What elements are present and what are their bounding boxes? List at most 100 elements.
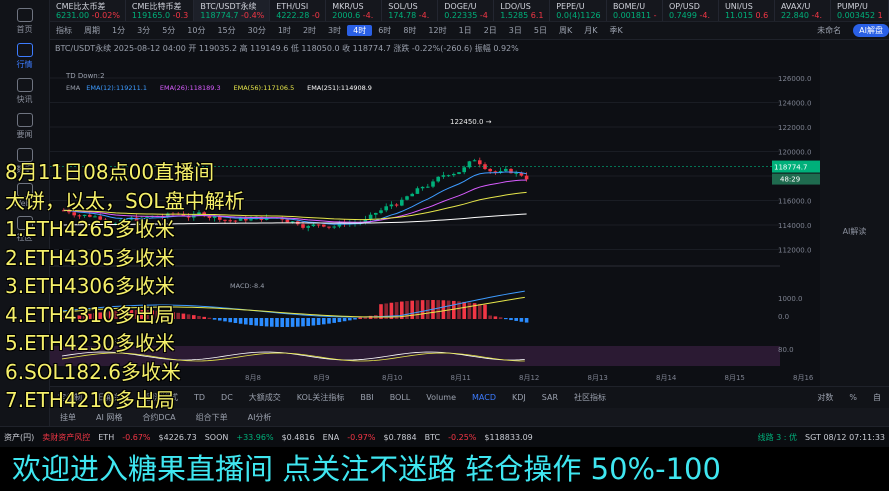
toolbar-item[interactable]: 2时 [297, 25, 322, 36]
macd-bar [524, 318, 529, 323]
sidebar-item[interactable]: 快讯 [0, 78, 49, 105]
price-axis-label: 120000.0 [778, 149, 811, 157]
macd-bar [249, 318, 253, 326]
candle-body [431, 181, 435, 187]
indicator-tab[interactable]: BOLL [382, 393, 419, 402]
price-axis-label: 116000.0 [778, 198, 811, 206]
symbol-tab-title: DOGE/U [444, 2, 477, 11]
symbol-tab-change: -4 [479, 11, 488, 20]
toolbar-item[interactable]: 指标 [50, 25, 78, 36]
scale-option[interactable]: 自 [865, 392, 889, 403]
macd-bar [259, 318, 264, 327]
toolbar-item[interactable]: 月K [578, 25, 603, 36]
symbol-tab[interactable]: UNI/US 11.015 0.6 [719, 0, 775, 21]
asset-link[interactable]: 卖财资产风控 [38, 432, 94, 443]
candle-body [249, 219, 253, 221]
toolbar-item[interactable]: 8时 [397, 25, 422, 36]
symbol-tab[interactable]: ETH/USI 4222.28 -0 [270, 0, 327, 21]
indicator-tab[interactable]: KOL关注指标 [289, 392, 353, 403]
symbol-tab-price: 22.840 [780, 11, 812, 20]
symbol-tab[interactable]: OP/USD 0.7499 -4. [663, 0, 719, 21]
sidebar-item[interactable]: 要闻 [0, 113, 49, 140]
toolbar-item[interactable]: 30分 [242, 25, 272, 36]
candle-body [327, 226, 331, 228]
symbol-tab-change: -4. [811, 11, 823, 20]
candle-body [472, 160, 477, 162]
ai-button[interactable]: AI解盘 [853, 24, 889, 37]
toolbar-item[interactable]: 12时 [422, 25, 452, 36]
toolbar-item[interactable]: 1日 [453, 25, 478, 36]
symbol-tab-price: 174.78 [388, 11, 419, 20]
sidebar-item-label: 要闻 [16, 130, 33, 139]
toolbar-item[interactable]: 季K [603, 25, 628, 36]
symbol-tab-title: CME比特币差 [131, 2, 182, 11]
symbol-tab[interactable]: CME比特币差 119165.0 -0.3 [126, 0, 195, 21]
symbol-tab[interactable]: MKR/US 2000.6 -4. [326, 0, 383, 21]
indicator-tab[interactable]: SAR [534, 393, 566, 402]
symbol-tab[interactable]: PUMP/U 0.003452 1 [831, 0, 889, 21]
toolbar-item[interactable]: 5分 [156, 25, 181, 36]
toolbar-item[interactable]: 5日 [528, 25, 553, 36]
candle-body [374, 212, 378, 215]
toolbar-item[interactable]: 周期 [78, 25, 106, 36]
toolbar-item[interactable]: 3日 [503, 25, 528, 36]
symbol-tab[interactable]: LDO/US 1.5285 6.1 [494, 0, 551, 21]
macd-bar [420, 300, 425, 319]
toolbar-item[interactable]: 周K [553, 25, 578, 36]
symbol-tab-change: - [653, 11, 657, 20]
toolbar-item[interactable]: 10分 [181, 25, 211, 36]
chart-toolbar: 指标 周期 1分 3分 5分 10分 15分 30分 1时 2时 3时 4时 6时 8时 12时 1日 2日 3日… [50, 22, 889, 40]
symbol-tab-price: 0.7499 [668, 11, 700, 20]
symbol-tab-change: -0.3 [172, 11, 189, 20]
sidebar-item[interactable]: 行情 [0, 43, 49, 70]
candle-body [524, 175, 529, 180]
symbol-tab-title: UNI/US [724, 2, 753, 11]
toolbar-item[interactable]: 3分 [131, 25, 156, 36]
indicator-tab[interactable]: KDJ [504, 393, 534, 402]
symbol-tab[interactable]: CME比太币差 6231.00 -0.02% [50, 0, 126, 21]
countdown-label: 48:29 [780, 176, 800, 184]
candle-body [420, 186, 425, 189]
symbol-tab[interactable]: PEPE/U 0.0(4)1126 [550, 0, 607, 21]
overlay-line: 8月11日08点00直播间 [5, 160, 215, 184]
toolbar-item[interactable]: 1分 [106, 25, 131, 36]
symbol-tab[interactable]: BTC/USDT永续 118774.7 -0.4% [194, 0, 271, 21]
symbol-tab[interactable]: SOL/US 174.78 -4. [382, 0, 439, 21]
indicator-tab[interactable]: Volume [418, 393, 464, 402]
scale-option[interactable]: % [841, 393, 865, 402]
symbol-tab-title: PUMP/U [836, 2, 868, 11]
toolbar-item[interactable]: 6时 [372, 25, 397, 36]
overlay-line: 大饼，以太，SOL盘中解析 [5, 188, 245, 213]
toolbar-item[interactable]: 3时 [322, 25, 347, 36]
indicator-tab[interactable]: 社区指标 [566, 392, 614, 403]
toolbar-item[interactable]: 15分 [211, 25, 241, 36]
macd-bar [498, 317, 503, 319]
indicator-tab[interactable]: MACD [464, 393, 504, 402]
macd-bar [493, 316, 498, 319]
overlay-line: 1.ETH4265多收米 [5, 217, 175, 241]
candle-body [446, 175, 451, 177]
ai-interpret-button[interactable]: AI解读 [820, 226, 889, 237]
macd-bar [337, 318, 342, 323]
macd-axis-label: 0.0 [778, 313, 789, 321]
toolbar-item[interactable]: 4时 [347, 25, 373, 36]
scale-option[interactable]: 对数 [809, 392, 841, 403]
toolbar-item[interactable]: 1时 [272, 25, 297, 36]
ticker-price: $118833.09 [484, 432, 533, 442]
symbol-tab-change: -0.4% [241, 11, 265, 20]
ticker-price: $4226.73 [158, 432, 197, 442]
sidebar-item[interactable]: 首页 [0, 8, 49, 35]
indicator-tab[interactable]: 大额成交 [241, 392, 289, 403]
indicator-tab[interactable]: BBI [352, 393, 381, 402]
symbol-tab[interactable]: AVAX/U 22.840 -4. [775, 0, 831, 21]
macd-bar [504, 318, 508, 320]
symbol-tab[interactable]: DOGE/U 0.22335 -4 [438, 0, 495, 21]
ema-label: EMA(251):114908.9 [307, 84, 372, 92]
layout-name[interactable]: 未命名 [811, 25, 847, 36]
toolbar-item[interactable]: 2日 [478, 25, 503, 36]
ticker-change: -0.97% [347, 432, 376, 442]
macd-bar [254, 318, 258, 326]
symbol-tab-change: -4. [362, 11, 374, 20]
symbol-tab[interactable]: BOME/U 0.001811 - [607, 0, 663, 21]
macd-bar [348, 318, 352, 321]
